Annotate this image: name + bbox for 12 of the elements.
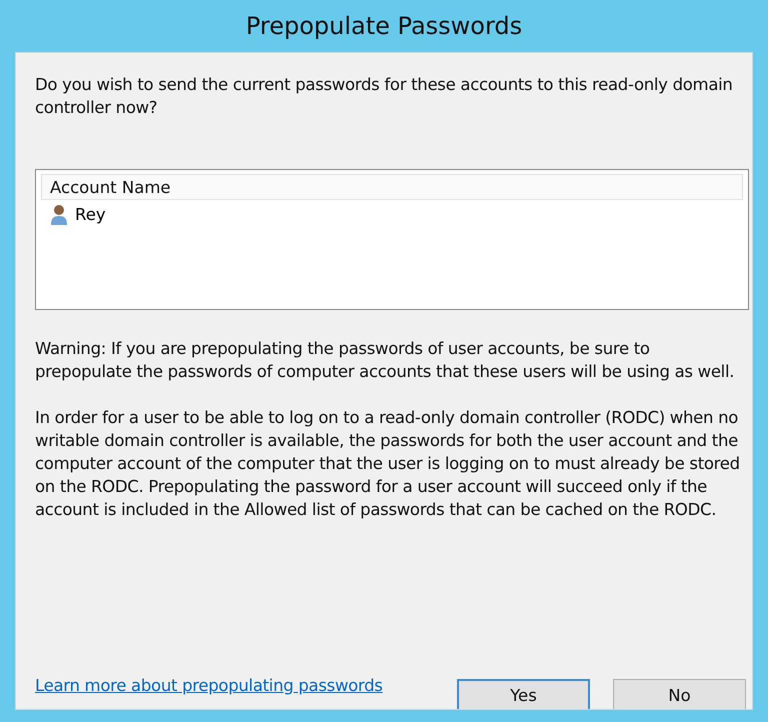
account-name: Rey [75, 204, 106, 224]
column-header[interactable]: Account Name [42, 178, 171, 196]
yes-button[interactable]: Yes [457, 679, 590, 709]
learn-more-link[interactable]: Learn more about prepopulating passwords [35, 676, 383, 695]
question-text: Do you wish to send the current passwords for these accounts to this read-only domain controller now? [35, 74, 734, 119]
window-title: Prepopulate Passwords [246, 12, 522, 40]
explanation-text: In order for a user to be able to log on to a read-only domain controller (RODC) when no writable domain controller is available, the passwords for both the user account and the computer account of the computer that the user is logging on to must already be stored on the RODC. Prepopulating the password for a user account will succeed only if the account is included in the Allowed list of passwords that can be cached on the RODC. [35, 407, 741, 521]
no-button[interactable]: No [613, 679, 746, 709]
user-icon [49, 203, 69, 225]
account-row[interactable]: Rey [41, 200, 106, 228]
account-list[interactable]: Account Name Rey [35, 169, 749, 310]
warning-text: Warning: If you are prepopulating the passwords of user accounts, be sure to prepopulate the passwords of computer accounts that these users will be using as well. [35, 338, 736, 383]
